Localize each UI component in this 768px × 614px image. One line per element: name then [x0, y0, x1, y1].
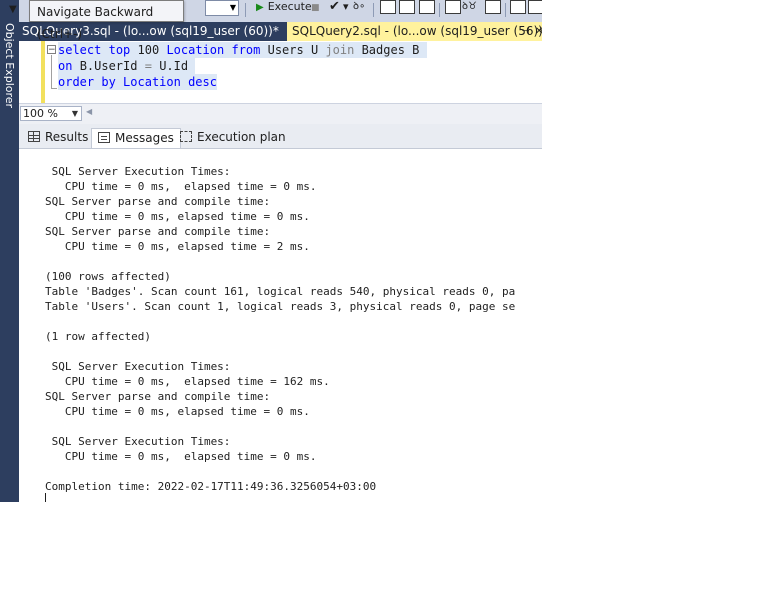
code-line-3: order by Location desc — [58, 74, 217, 90]
toolbar-separator — [439, 3, 440, 17]
grid-icon — [28, 131, 40, 142]
message-line: CPU time = 0 ms, elapsed time = 0 ms. — [45, 180, 317, 193]
include-plan-icon[interactable] — [445, 0, 461, 14]
tab-messages[interactable]: Messages — [91, 128, 181, 148]
object-explorer-strip: Object Explorer — [0, 0, 19, 502]
tab-execution-plan[interactable]: Execution plan — [180, 128, 286, 147]
client-stats-icon[interactable] — [485, 0, 501, 14]
message-line: SQL Server parse and compile time: — [45, 225, 271, 238]
pin-icon[interactable]: ⊣ — [521, 22, 530, 41]
messages-icon — [98, 132, 110, 143]
tab-results[interactable]: Results — [28, 128, 88, 147]
execute-label: Execute — [267, 0, 312, 13]
toolbar-separator — [373, 3, 374, 17]
results-to-file-icon[interactable] — [419, 0, 435, 14]
stop-icon[interactable]: ■ — [311, 0, 320, 16]
collapse-icon[interactable]: − — [47, 45, 56, 55]
code-line-2: on B.UserId = U.Id — [58, 58, 196, 74]
message-line: SQL Server Execution Times: — [45, 435, 231, 448]
tab-label: SQLQuery2.sql - (lo...ow (sql19_user (56… — [292, 24, 542, 38]
toolbar-separator — [505, 3, 506, 17]
play-icon: ▶ — [256, 2, 264, 13]
object-explorer-label: Object Explorer — [3, 22, 16, 108]
message-line: SQL Server parse and compile time: — [45, 390, 271, 403]
message-line: (100 rows affected) — [45, 270, 171, 283]
close-icon[interactable]: ✕ — [535, 22, 542, 41]
message-line: SQL Server parse and compile time: — [45, 195, 271, 208]
results-tabs: Results Messages Execution plan — [19, 124, 542, 149]
chevron-down-icon: ▼ — [71, 109, 78, 118]
message-line: Table 'Users'. Scan count 1, logical rea… — [45, 300, 516, 313]
cancel-icon[interactable]: ▾ — [343, 0, 349, 15]
tab-label: Execution plan — [197, 130, 286, 144]
navigate-backward-tooltip: Navigate Backward (Ctrl+-) — [29, 0, 184, 41]
text-caret — [45, 493, 46, 502]
uncomment-icon[interactable] — [528, 0, 542, 14]
message-line: CPU time = 0 ms, elapsed time = 162 ms. — [45, 375, 330, 388]
tab-label: Results — [45, 130, 89, 144]
message-line: CPU time = 0 ms, elapsed time = 2 ms. — [45, 240, 310, 253]
results-to-grid-icon[interactable] — [399, 0, 415, 14]
execution-plan-icon — [180, 131, 192, 142]
message-line: SQL Server Execution Times: — [45, 165, 231, 178]
message-line: SQL Server Execution Times: — [45, 360, 231, 373]
object-explorer-tab[interactable]: Object Explorer — [0, 20, 19, 110]
message-line: CPU time = 0 ms, elapsed time = 0 ms. — [45, 210, 310, 223]
messages-pane[interactable]: SQL Server Execution Times: CPU time = 0… — [19, 149, 542, 502]
code-line-1: select top 100 Location from Users U joi… — [58, 42, 427, 58]
outline-end — [51, 88, 57, 89]
zoom-select[interactable]: 100 % ▼ — [20, 106, 82, 121]
live-stats-icon[interactable]: ꝺ♉ — [462, 0, 477, 15]
zoom-value: 100 % — [23, 107, 58, 120]
outline-line — [51, 55, 52, 89]
document-tabs: SQLQuery3.sql - (lo...ow (sql19_user (60… — [19, 22, 542, 41]
tab-label: Messages — [115, 131, 174, 145]
database-dropdown[interactable]: ▼ — [205, 0, 239, 16]
parse-check-icon[interactable]: ✔ — [329, 0, 340, 15]
message-line: CPU time = 0 ms, elapsed time = 0 ms. — [45, 405, 310, 418]
message-line: (1 row affected) — [45, 330, 151, 343]
message-line: CPU time = 0 ms, elapsed time = 0 ms. — [45, 450, 317, 463]
comment-icon[interactable] — [510, 0, 526, 14]
query-editor[interactable]: − select top 100 Location from Users U j… — [19, 41, 542, 103]
zoom-strip: 100 % ▼ ◀ — [19, 103, 542, 124]
scroll-left-icon[interactable]: ◀ — [86, 107, 92, 116]
toolbar-separator — [245, 3, 246, 17]
chevron-down-icon: ▼ — [229, 3, 236, 12]
ssms-window: Object Explorer ▼ ▼ ▶ Execute ■ ✔ ▾ ꝺ∘ ꝺ♉… — [0, 0, 542, 502]
debug-icon[interactable]: ꝺ∘ — [353, 0, 365, 15]
execute-button[interactable]: ▶ Execute — [256, 0, 312, 15]
results-to-text-icon[interactable] — [380, 0, 396, 14]
message-line: Table 'Badges'. Scan count 161, logical … — [45, 285, 516, 298]
tab-sqlquery2[interactable]: SQLQuery2.sql - (lo...ow (sql19_user (56… — [287, 22, 542, 41]
completion-time: Completion time: 2022-02-17T11:49:36.325… — [45, 480, 377, 493]
change-marker-bar — [41, 41, 45, 103]
back-arrow-icon[interactable]: ▼ — [9, 2, 17, 18]
